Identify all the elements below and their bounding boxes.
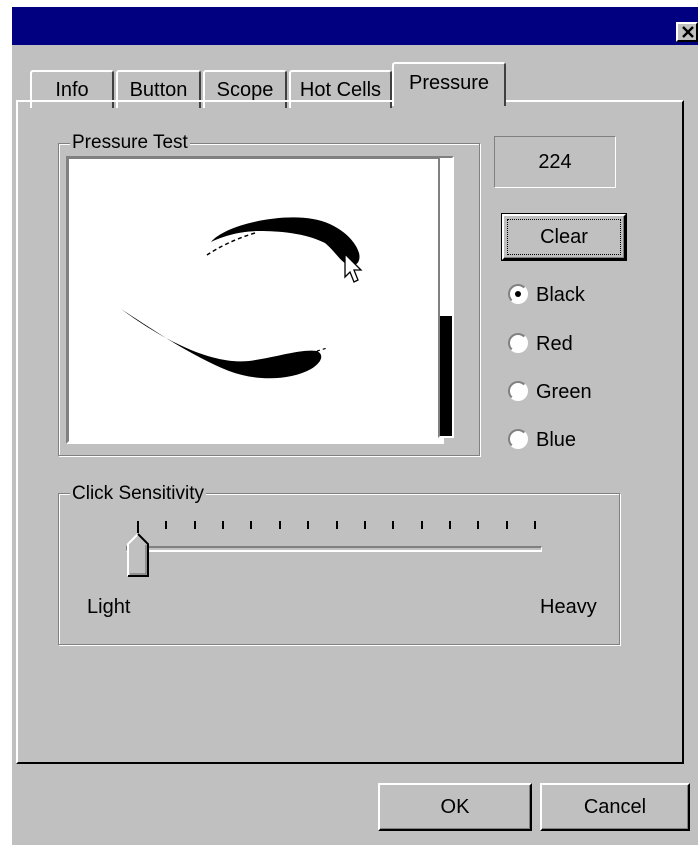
tab-label: Button: [129, 79, 188, 101]
slider-tick: [336, 521, 338, 529]
pressure-value: 224: [494, 136, 616, 188]
close-button[interactable]: [676, 22, 698, 42]
radio-circle: [508, 381, 528, 401]
pressure-meter-fill: [440, 316, 452, 436]
click-sensitivity-label: Click Sensitivity: [70, 483, 206, 504]
radio-circle: [508, 429, 528, 449]
active-tab-joint: [394, 100, 504, 104]
light-label: Light: [87, 596, 131, 618]
heavy-label: Heavy: [540, 596, 597, 618]
slider-tick: [137, 521, 139, 533]
slider-tick: [421, 521, 423, 529]
slider-tick: [222, 521, 224, 529]
cancel-button[interactable]: Cancel: [540, 783, 690, 831]
lower-stroke: [121, 309, 322, 379]
slider-tick: [194, 521, 196, 529]
title-bar[interactable]: [12, 7, 698, 45]
upper-stroke-tail: [206, 232, 256, 256]
pressure-test-label: Pressure Test: [70, 132, 190, 153]
tab-label: Info: [55, 79, 89, 101]
focus-ring: [507, 219, 621, 255]
lower-stroke-tip: [316, 347, 328, 352]
radio-label: Red: [536, 333, 573, 355]
clear-button[interactable]: Clear: [501, 213, 627, 261]
radio-circle: [508, 333, 528, 353]
slider-tick: [165, 521, 167, 529]
ok-button-label: OK: [440, 796, 470, 818]
tab-label: Hot Cells: [299, 79, 382, 101]
cancel-button-label: Cancel: [583, 796, 647, 818]
slider-tick: [250, 521, 252, 529]
slider-tick: [279, 521, 281, 529]
tab-label: Pressure: [408, 72, 490, 94]
slider-tick: [506, 521, 508, 529]
radio-label: Blue: [536, 429, 577, 451]
sensitivity-slider-thumb[interactable]: [127, 533, 149, 577]
sensitivity-slider-track[interactable]: [126, 546, 542, 552]
slider-tick: [477, 521, 479, 529]
slider-tick: [364, 521, 366, 529]
radio-label: Black: [536, 284, 585, 306]
slider-tick: [449, 521, 451, 529]
slider-tick: [534, 521, 536, 529]
tab-label: Scope: [216, 79, 274, 101]
slider-tick: [392, 521, 394, 529]
close-icon: [682, 26, 694, 38]
pressure-meter: [438, 156, 454, 438]
slider-tick: [307, 521, 309, 529]
ok-button[interactable]: OK: [378, 783, 532, 831]
radio-label: Green: [536, 381, 592, 403]
radio-selected-dot: [515, 291, 521, 297]
radio-circle: [508, 284, 528, 304]
drawing-canvas[interactable]: [66, 156, 444, 444]
ink-strokes: [121, 217, 363, 379]
